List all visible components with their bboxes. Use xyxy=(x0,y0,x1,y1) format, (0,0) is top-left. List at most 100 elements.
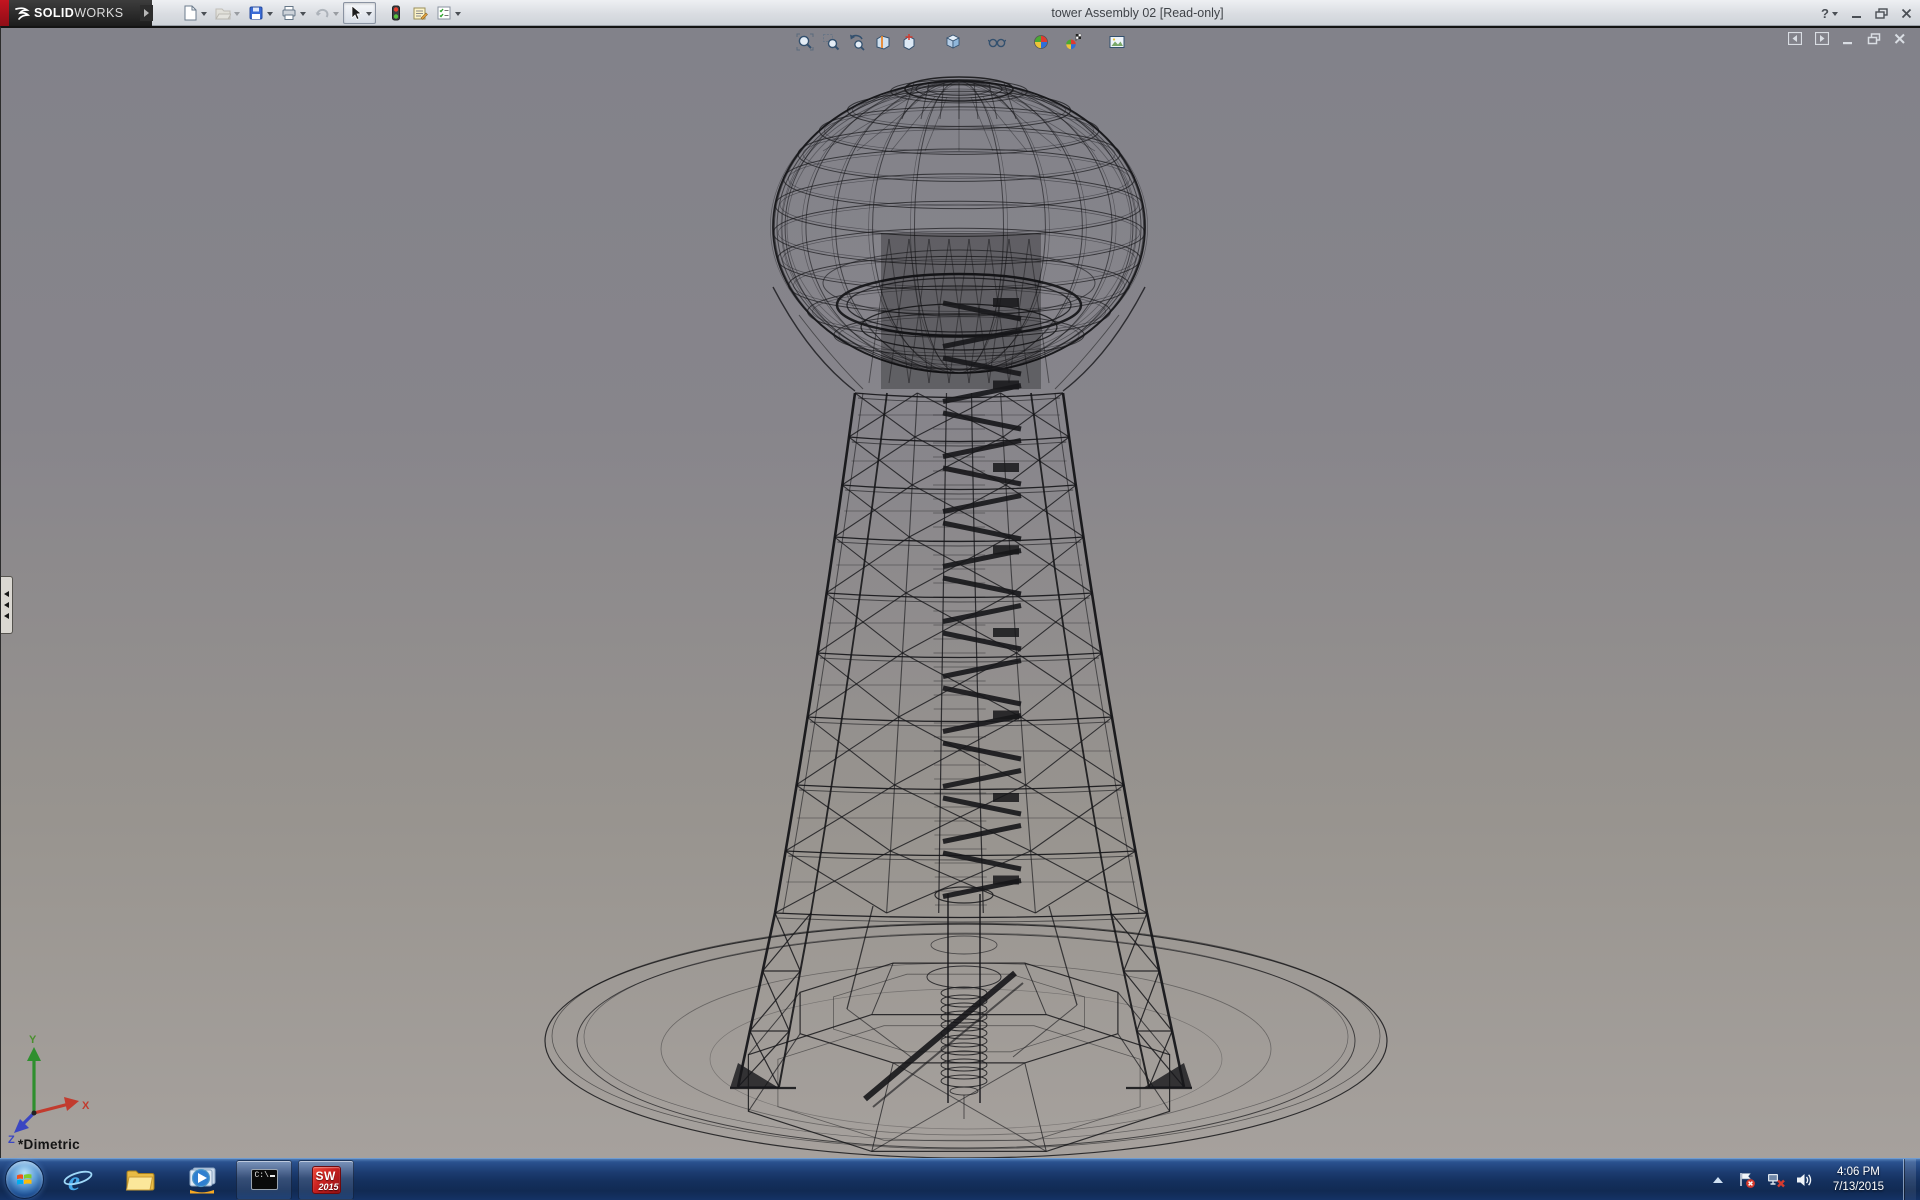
print-caret-icon xyxy=(300,12,306,19)
new-document-icon xyxy=(182,5,198,21)
previous-view-button[interactable] xyxy=(844,30,870,54)
clock-date: 7/13/2015 xyxy=(1833,1180,1884,1195)
clock-time: 4:06 PM xyxy=(1833,1165,1884,1180)
window-controls: ? xyxy=(1821,0,1912,26)
tower-wireframe-model[interactable]: YXZ xyxy=(1,28,1920,1158)
svg-text:Y: Y xyxy=(29,1034,37,1046)
section-view-icon xyxy=(874,33,892,51)
zoom-to-fit-button[interactable] xyxy=(792,30,818,54)
system-tray: 4:06 PM 7/13/2015 xyxy=(1709,1159,1920,1200)
command-prompt-icon: C:\ xyxy=(251,1169,278,1190)
volume-button[interactable] xyxy=(1796,1171,1814,1189)
brand-text: SOLIDWORKS xyxy=(34,6,123,20)
taskbar-media-player[interactable] xyxy=(174,1160,230,1200)
view-orientation-button[interactable] xyxy=(896,30,922,54)
doc-close-icon[interactable] xyxy=(1894,33,1906,45)
rebuild-button[interactable] xyxy=(384,2,408,24)
show-desktop-button[interactable] xyxy=(1903,1159,1916,1200)
pane-arrow-icon xyxy=(1,602,9,608)
edit-appearance-button[interactable] xyxy=(1028,30,1054,54)
network-status-button[interactable] xyxy=(1767,1171,1785,1189)
taskbar-internet-explorer[interactable]: e xyxy=(50,1160,106,1200)
zoom-to-fit-icon xyxy=(796,33,814,51)
undo-icon xyxy=(314,5,330,21)
headsup-view-toolbar xyxy=(792,30,1130,54)
help-icon: ? xyxy=(1821,7,1829,20)
open-caret-icon xyxy=(234,12,240,19)
start-button[interactable] xyxy=(5,1160,44,1199)
action-center-flag-icon xyxy=(1738,1171,1756,1189)
new-document-button[interactable] xyxy=(178,2,211,24)
cmd-cursor xyxy=(270,1175,275,1177)
featuremanager-collapsed-tab[interactable] xyxy=(1,576,13,634)
minimize-button[interactable] xyxy=(1851,8,1862,19)
brand-red-stripe xyxy=(0,0,9,26)
close-icon xyxy=(1901,8,1912,19)
zoom-to-area-button[interactable] xyxy=(818,30,844,54)
view-orientation-label: *Dimetric xyxy=(18,1137,80,1152)
undo-caret-icon xyxy=(333,12,339,19)
taskbar-windows-explorer[interactable] xyxy=(112,1160,168,1200)
ie-letter: e xyxy=(68,1166,80,1195)
new-caret-icon xyxy=(201,12,207,19)
windows-flag-icon xyxy=(16,1172,33,1187)
display-style-button[interactable] xyxy=(940,30,966,54)
media-player-icon xyxy=(186,1166,218,1194)
minimize-icon xyxy=(1851,8,1862,19)
hide-show-items-glasses-icon xyxy=(988,33,1006,51)
document-window-controls xyxy=(1788,32,1906,45)
view-orientation-icon xyxy=(900,33,918,51)
pane-arrow-icon xyxy=(1,613,9,619)
previous-view-icon xyxy=(848,33,866,51)
undo-button[interactable] xyxy=(310,2,343,24)
doc-minimize-icon[interactable] xyxy=(1842,33,1854,45)
sw-letters: SW xyxy=(316,1169,336,1183)
solidworks-window: SOLIDWORKS xyxy=(0,0,1920,1200)
sw-year-badge: 2015 xyxy=(318,1182,338,1192)
save-caret-icon xyxy=(267,12,273,19)
file-properties-icon xyxy=(412,5,428,21)
save-button[interactable] xyxy=(244,2,277,24)
help-button[interactable]: ? xyxy=(1821,7,1838,20)
section-view-button[interactable] xyxy=(870,30,896,54)
graphics-viewport[interactable]: YXZ xyxy=(0,26,1920,1158)
file-properties-button[interactable] xyxy=(408,2,432,24)
speaker-icon xyxy=(1796,1172,1814,1188)
collapse-pane-left-icon[interactable] xyxy=(1788,32,1802,45)
internet-explorer-icon: e xyxy=(62,1165,94,1195)
expand-pane-right-icon[interactable] xyxy=(1815,32,1829,45)
network-disconnected-icon xyxy=(1767,1171,1785,1189)
taskbar: e C:\ SW 20 xyxy=(0,1158,1920,1200)
restore-button[interactable] xyxy=(1875,8,1888,19)
document-title: tower Assembly 02 [Read-only] xyxy=(460,0,1815,26)
print-button[interactable] xyxy=(277,2,310,24)
edit-appearance-icon xyxy=(1032,33,1050,51)
taskbar-command-prompt[interactable]: C:\ xyxy=(236,1160,292,1200)
show-hidden-icons-button[interactable] xyxy=(1709,1171,1727,1189)
svg-text:Z: Z xyxy=(8,1134,15,1146)
select-cursor-icon xyxy=(347,5,363,21)
rebuild-traffic-light-icon xyxy=(388,5,404,21)
doc-restore-icon[interactable] xyxy=(1867,33,1881,45)
action-center-button[interactable] xyxy=(1738,1171,1756,1189)
folder-icon xyxy=(125,1167,156,1192)
save-icon xyxy=(248,5,264,21)
view-settings-icon xyxy=(1108,33,1126,51)
menu-flyout-button[interactable] xyxy=(140,5,153,21)
hide-show-items-button[interactable] xyxy=(984,30,1010,54)
display-style-icon xyxy=(944,33,962,51)
open-button[interactable] xyxy=(211,2,244,24)
view-settings-button[interactable] xyxy=(1104,30,1130,54)
titlebar: SOLIDWORKS xyxy=(0,0,1920,26)
taskbar-clock[interactable]: 4:06 PM 7/13/2015 xyxy=(1825,1165,1892,1195)
select-tool-button[interactable] xyxy=(343,2,376,24)
apply-scene-button[interactable] xyxy=(1060,30,1086,54)
restore-icon xyxy=(1875,8,1888,19)
close-button[interactable] xyxy=(1901,8,1912,19)
taskbar-solidworks-2015[interactable]: SW 2015 xyxy=(298,1160,354,1200)
select-caret-icon xyxy=(366,12,372,19)
solidworks-logo: SOLIDWORKS xyxy=(0,0,152,26)
apply-scene-icon xyxy=(1064,33,1082,51)
cmd-prompt-text: C:\ xyxy=(255,1171,269,1180)
solidworks-2015-icon: SW 2015 xyxy=(312,1166,341,1194)
